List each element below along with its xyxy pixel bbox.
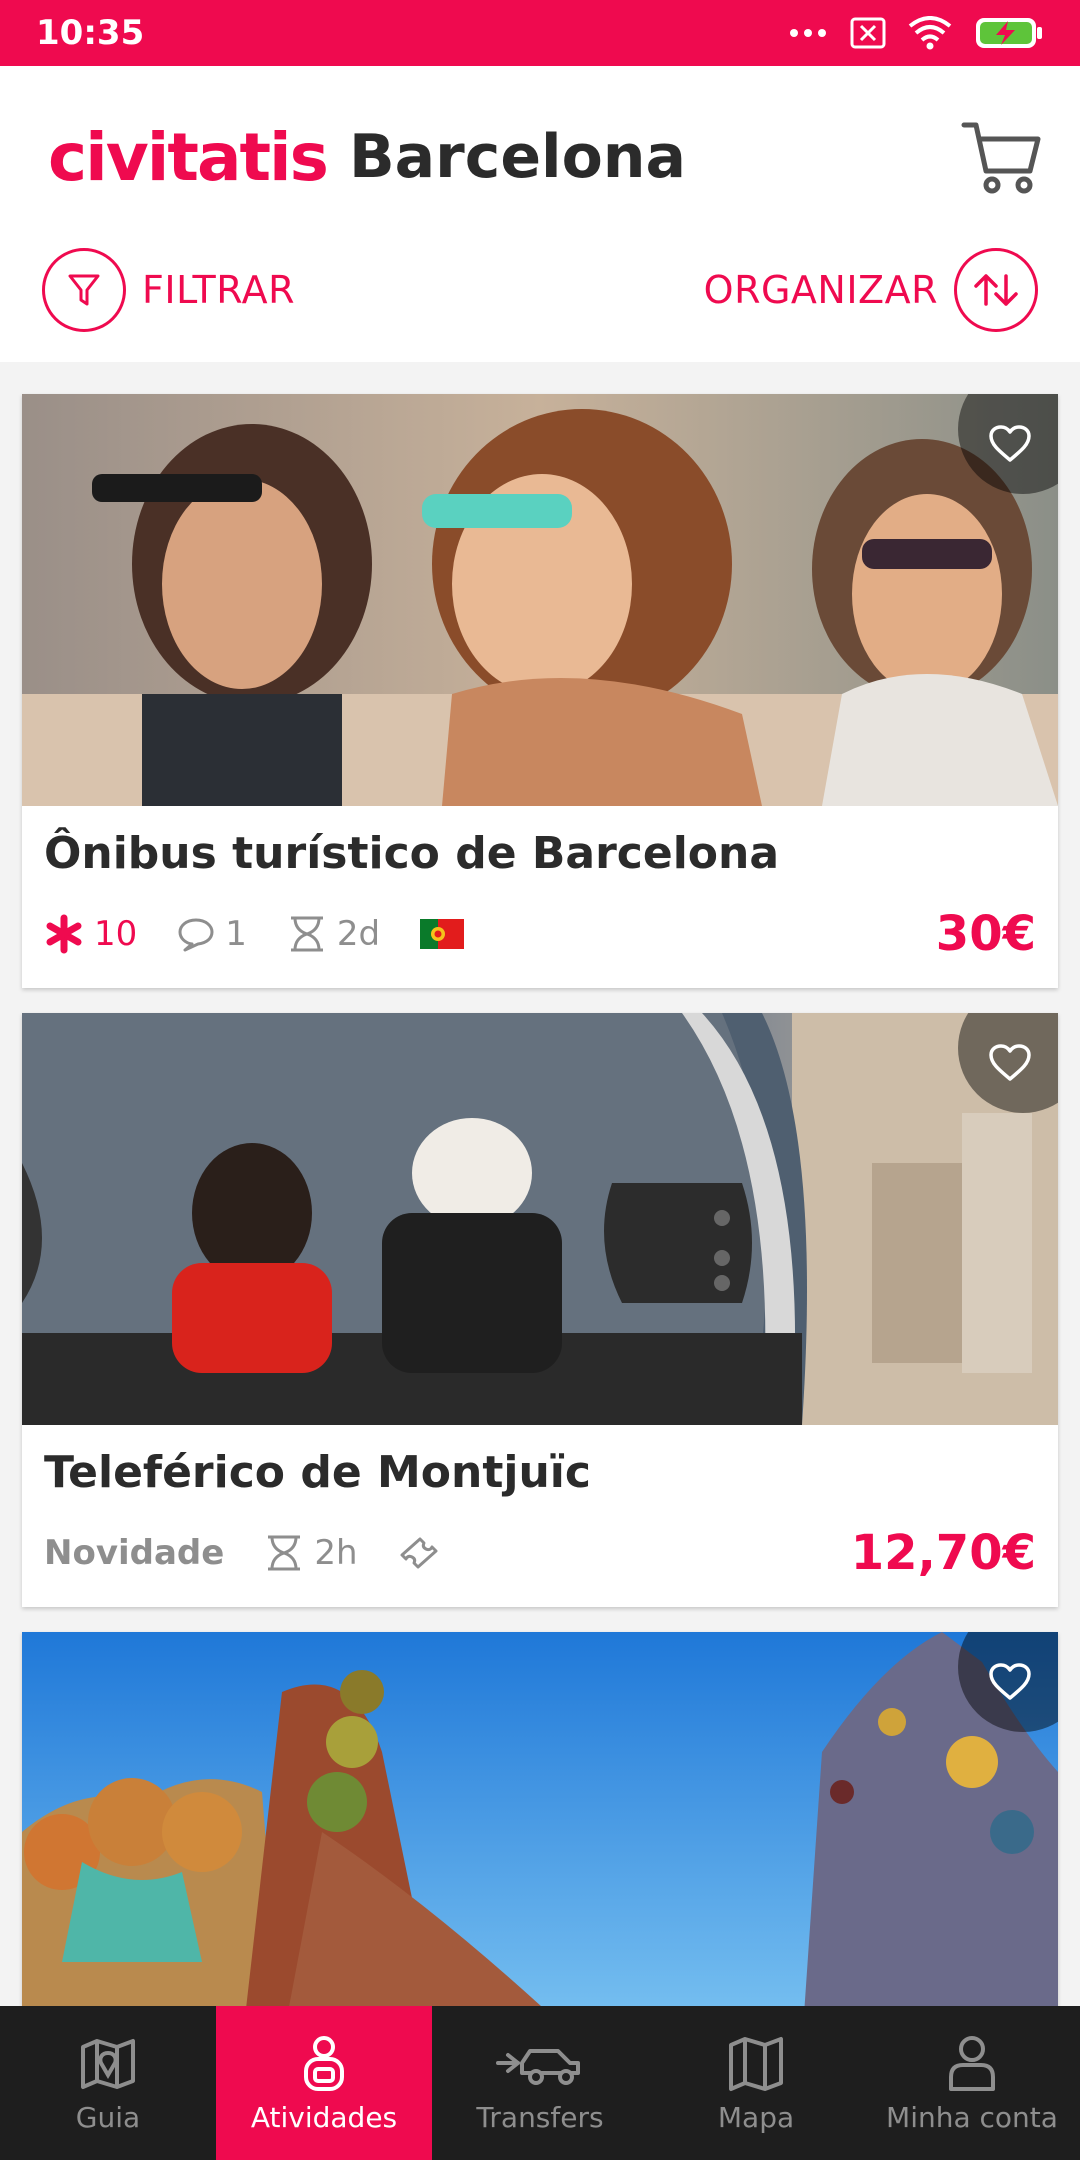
- duration: 2h: [264, 1533, 358, 1573]
- activity-card[interactable]: Teleférico de Montjuïc Novidade 2h 12,70…: [22, 1013, 1058, 1607]
- heart-icon: [989, 425, 1031, 462]
- activity-image[interactable]: [22, 394, 1058, 806]
- heart-icon: [989, 1044, 1031, 1081]
- activity-image[interactable]: [22, 1013, 1058, 1425]
- cart-icon[interactable]: [960, 115, 1044, 199]
- filter-icon: [42, 248, 126, 332]
- map-icon: [729, 2036, 783, 2091]
- rating-star-icon: [46, 914, 82, 954]
- brand-logo[interactable]: civitatis: [48, 119, 329, 196]
- hourglass-icon: [290, 916, 323, 952]
- rating-value: 10: [94, 914, 138, 954]
- price: 12,70€: [850, 1525, 1036, 1581]
- activities-icon: [304, 2035, 344, 2091]
- status-icons: [788, 16, 1044, 50]
- nav-item-minha-conta[interactable]: Minha conta: [864, 2006, 1080, 2160]
- status-time: 10:35: [36, 13, 145, 53]
- status-bar: 10:35: [0, 0, 1080, 66]
- activity-list[interactable]: Ônibus turístico de Barcelona 10 1 2d 30…: [0, 362, 1080, 2006]
- portugal-flag-icon: [420, 919, 465, 949]
- activity-meta: Novidade 2h: [44, 1533, 440, 1573]
- activity-card[interactable]: Ônibus turístico de Barcelona 10 1 2d 30…: [22, 394, 1058, 988]
- activity-title[interactable]: Ônibus turístico de Barcelona: [44, 828, 779, 879]
- price: 30€: [935, 906, 1036, 962]
- nav-item-atividades[interactable]: Atividades: [216, 2006, 432, 2160]
- wifi-icon: [908, 16, 952, 50]
- ticket: [398, 1535, 440, 1571]
- battery-charging-icon: [976, 18, 1042, 48]
- activity-title[interactable]: Teleférico de Montjuïc: [44, 1447, 591, 1498]
- comment-icon: [178, 918, 214, 952]
- map-pin-icon: [81, 2038, 135, 2089]
- brand-row: civitatis Barcelona: [48, 102, 1044, 212]
- heart-icon: [989, 1663, 1031, 1700]
- nav-item-transfers[interactable]: Transfers: [432, 2006, 648, 2160]
- sim-off-icon: [850, 17, 886, 49]
- activity-card-body: Teleférico de Montjuïc Novidade 2h 12,70…: [22, 1425, 1058, 1607]
- nav-item-guia[interactable]: Guia: [0, 2006, 216, 2160]
- page-title: Barcelona: [348, 122, 686, 192]
- new-badge: Novidade: [44, 1533, 225, 1573]
- user-icon: [949, 2035, 995, 2091]
- duration-value: 2h: [314, 1533, 358, 1573]
- nav-label: Transfers: [476, 2100, 604, 2134]
- car-icon: [496, 2048, 580, 2085]
- language: [420, 919, 465, 949]
- activity-meta: 10 1 2d: [44, 914, 465, 954]
- bottom-nav: Guia Atividades Transfers Mapa Minha con…: [0, 2006, 1080, 2160]
- ticket-icon: [400, 1537, 437, 1569]
- duration-value: 2d: [336, 914, 381, 954]
- filter-button[interactable]: FILTRAR: [42, 248, 295, 332]
- nav-label: Guia: [75, 2100, 141, 2134]
- sort-button[interactable]: ORGANIZAR: [704, 248, 1038, 332]
- nav-label: Mapa: [717, 2100, 795, 2134]
- activity-card-body: Ônibus turístico de Barcelona 10 1 2d 30…: [22, 806, 1058, 988]
- activity-card[interactable]: [22, 1632, 1058, 2006]
- comment-count: 1: [225, 914, 247, 954]
- sort-label: ORGANIZAR: [703, 268, 938, 312]
- more-dots-icon: [790, 29, 826, 37]
- activity-image[interactable]: [22, 1632, 1058, 2006]
- hourglass-icon: [268, 1535, 301, 1571]
- action-row: FILTRAR ORGANIZAR: [42, 246, 1038, 334]
- nav-label: Minha conta: [886, 2100, 1058, 2134]
- duration: 2d: [287, 914, 380, 954]
- rating: 10: [44, 914, 137, 954]
- comments: 1: [177, 914, 247, 954]
- filter-label: FILTRAR: [142, 268, 295, 312]
- app-header: civitatis Barcelona FILTRAR ORGANIZAR: [0, 66, 1080, 362]
- nav-label: Atividades: [250, 2100, 398, 2134]
- nav-item-mapa[interactable]: Mapa: [648, 2006, 864, 2160]
- sort-arrows-icon: [954, 248, 1038, 332]
